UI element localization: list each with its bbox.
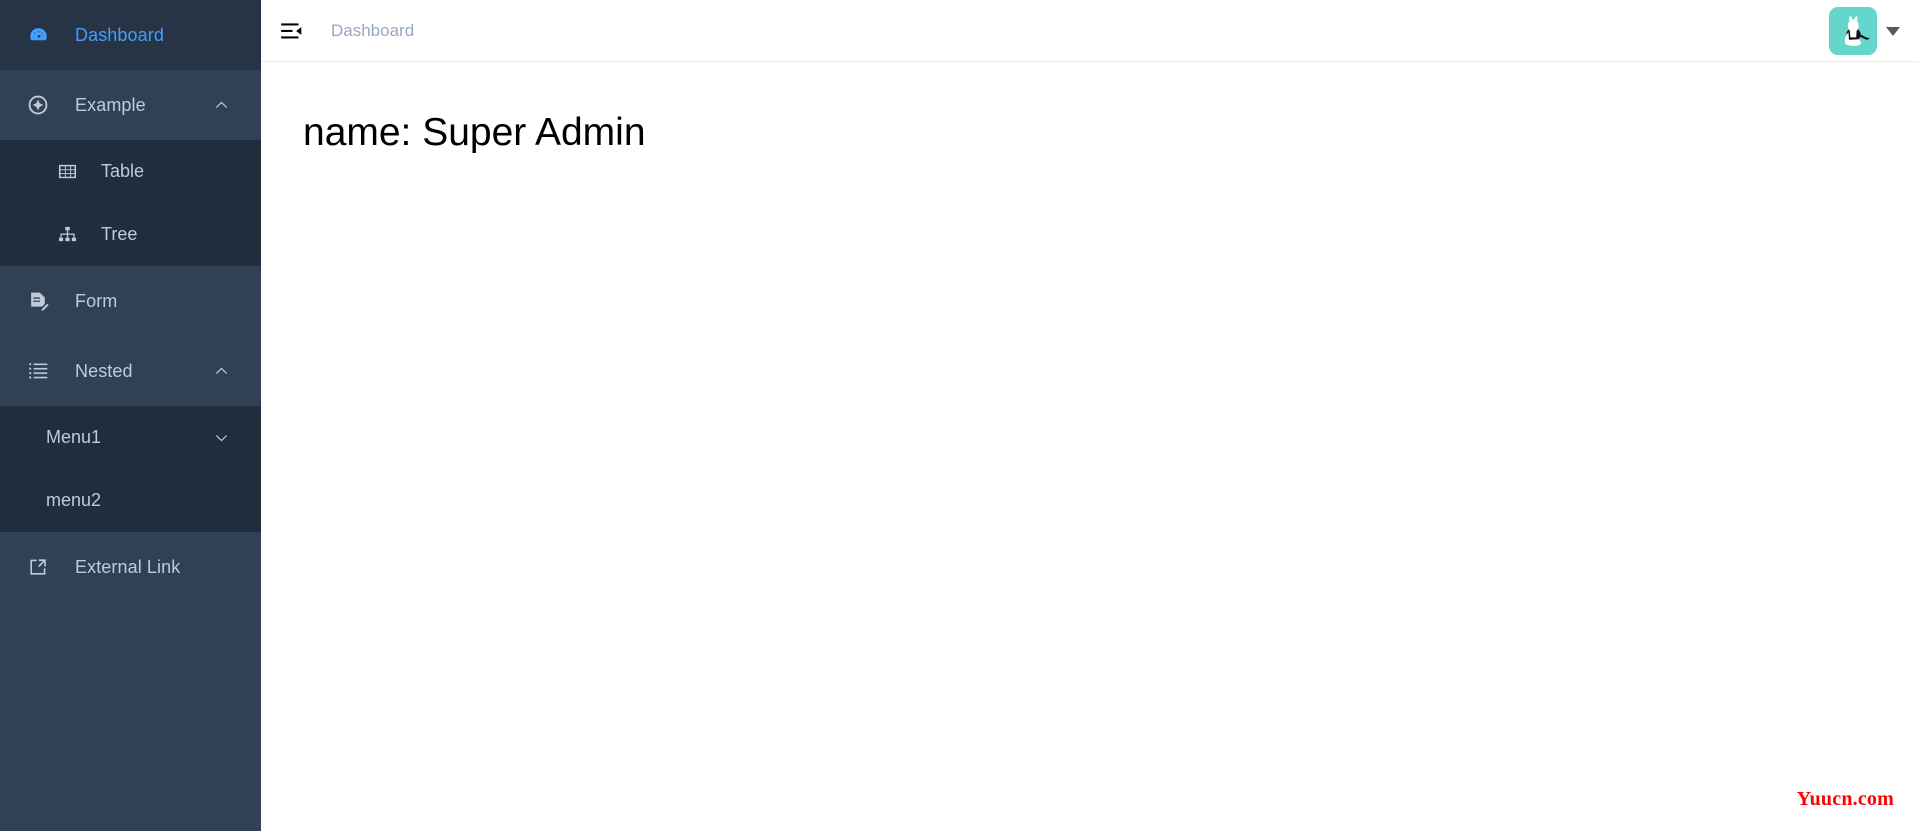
app-root: Dashboard Example Table Tree Form Nested… (0, 0, 1918, 831)
sidebar-item-menu2[interactable]: menu2 (0, 469, 261, 532)
sidebar-item-form[interactable]: Form (0, 266, 261, 336)
avatar[interactable] (1829, 7, 1877, 55)
navbar: Dashboard (261, 0, 1918, 62)
compass-icon (25, 92, 51, 118)
sidebar-item-label: External Link (75, 556, 181, 577)
hamburger-collapse-icon[interactable] (275, 14, 309, 48)
content-area: name: Super Admin Yuucn.com (261, 62, 1918, 831)
sidebar-item-example[interactable]: Example (0, 70, 261, 140)
page-title: name: Super Admin (303, 111, 646, 154)
table-icon (55, 160, 79, 184)
chevron-up-icon (215, 365, 228, 378)
sidebar-item-label: Table (101, 161, 145, 181)
watermark: Yuucn.com (1796, 788, 1894, 810)
form-icon (25, 288, 51, 314)
external-link-icon (25, 554, 51, 580)
sidebar-item-label: Tree (101, 224, 138, 244)
main-container: Dashboard name: Super Admin Yuucn.com (261, 0, 1918, 831)
caret-down-icon[interactable] (1886, 26, 1900, 36)
sidebar-item-label: Dashboard (75, 24, 164, 45)
sidebar-item-menu1[interactable]: Menu1 (0, 406, 261, 469)
dashboard-icon (25, 22, 51, 48)
nested-list-icon (25, 358, 51, 384)
sidebar-item-nested[interactable]: Nested (0, 336, 261, 406)
sidebar-item-label: Example (75, 94, 146, 115)
sidebar-item-label: menu2 (46, 490, 102, 510)
sidebar-item-external-link[interactable]: External Link (0, 532, 261, 602)
sidebar-item-dashboard[interactable]: Dashboard (0, 0, 261, 70)
submenu-group-nested: Menu1 menu2 (0, 406, 261, 532)
sidebar-item-label: Nested (75, 360, 133, 381)
chevron-down-icon (215, 431, 228, 444)
submenu-group-example: Table Tree (0, 140, 261, 266)
sidebar-item-table[interactable]: Table (0, 140, 261, 203)
sidebar: Dashboard Example Table Tree Form Nested… (0, 0, 261, 831)
tree-icon (55, 223, 79, 247)
sidebar-item-tree[interactable]: Tree (0, 203, 261, 266)
breadcrumb[interactable]: Dashboard (331, 21, 414, 41)
sidebar-item-label: Menu1 (46, 427, 102, 447)
sidebar-item-label: Form (75, 290, 118, 311)
avatar-dropdown[interactable] (1829, 0, 1900, 62)
chevron-up-icon (215, 99, 228, 112)
